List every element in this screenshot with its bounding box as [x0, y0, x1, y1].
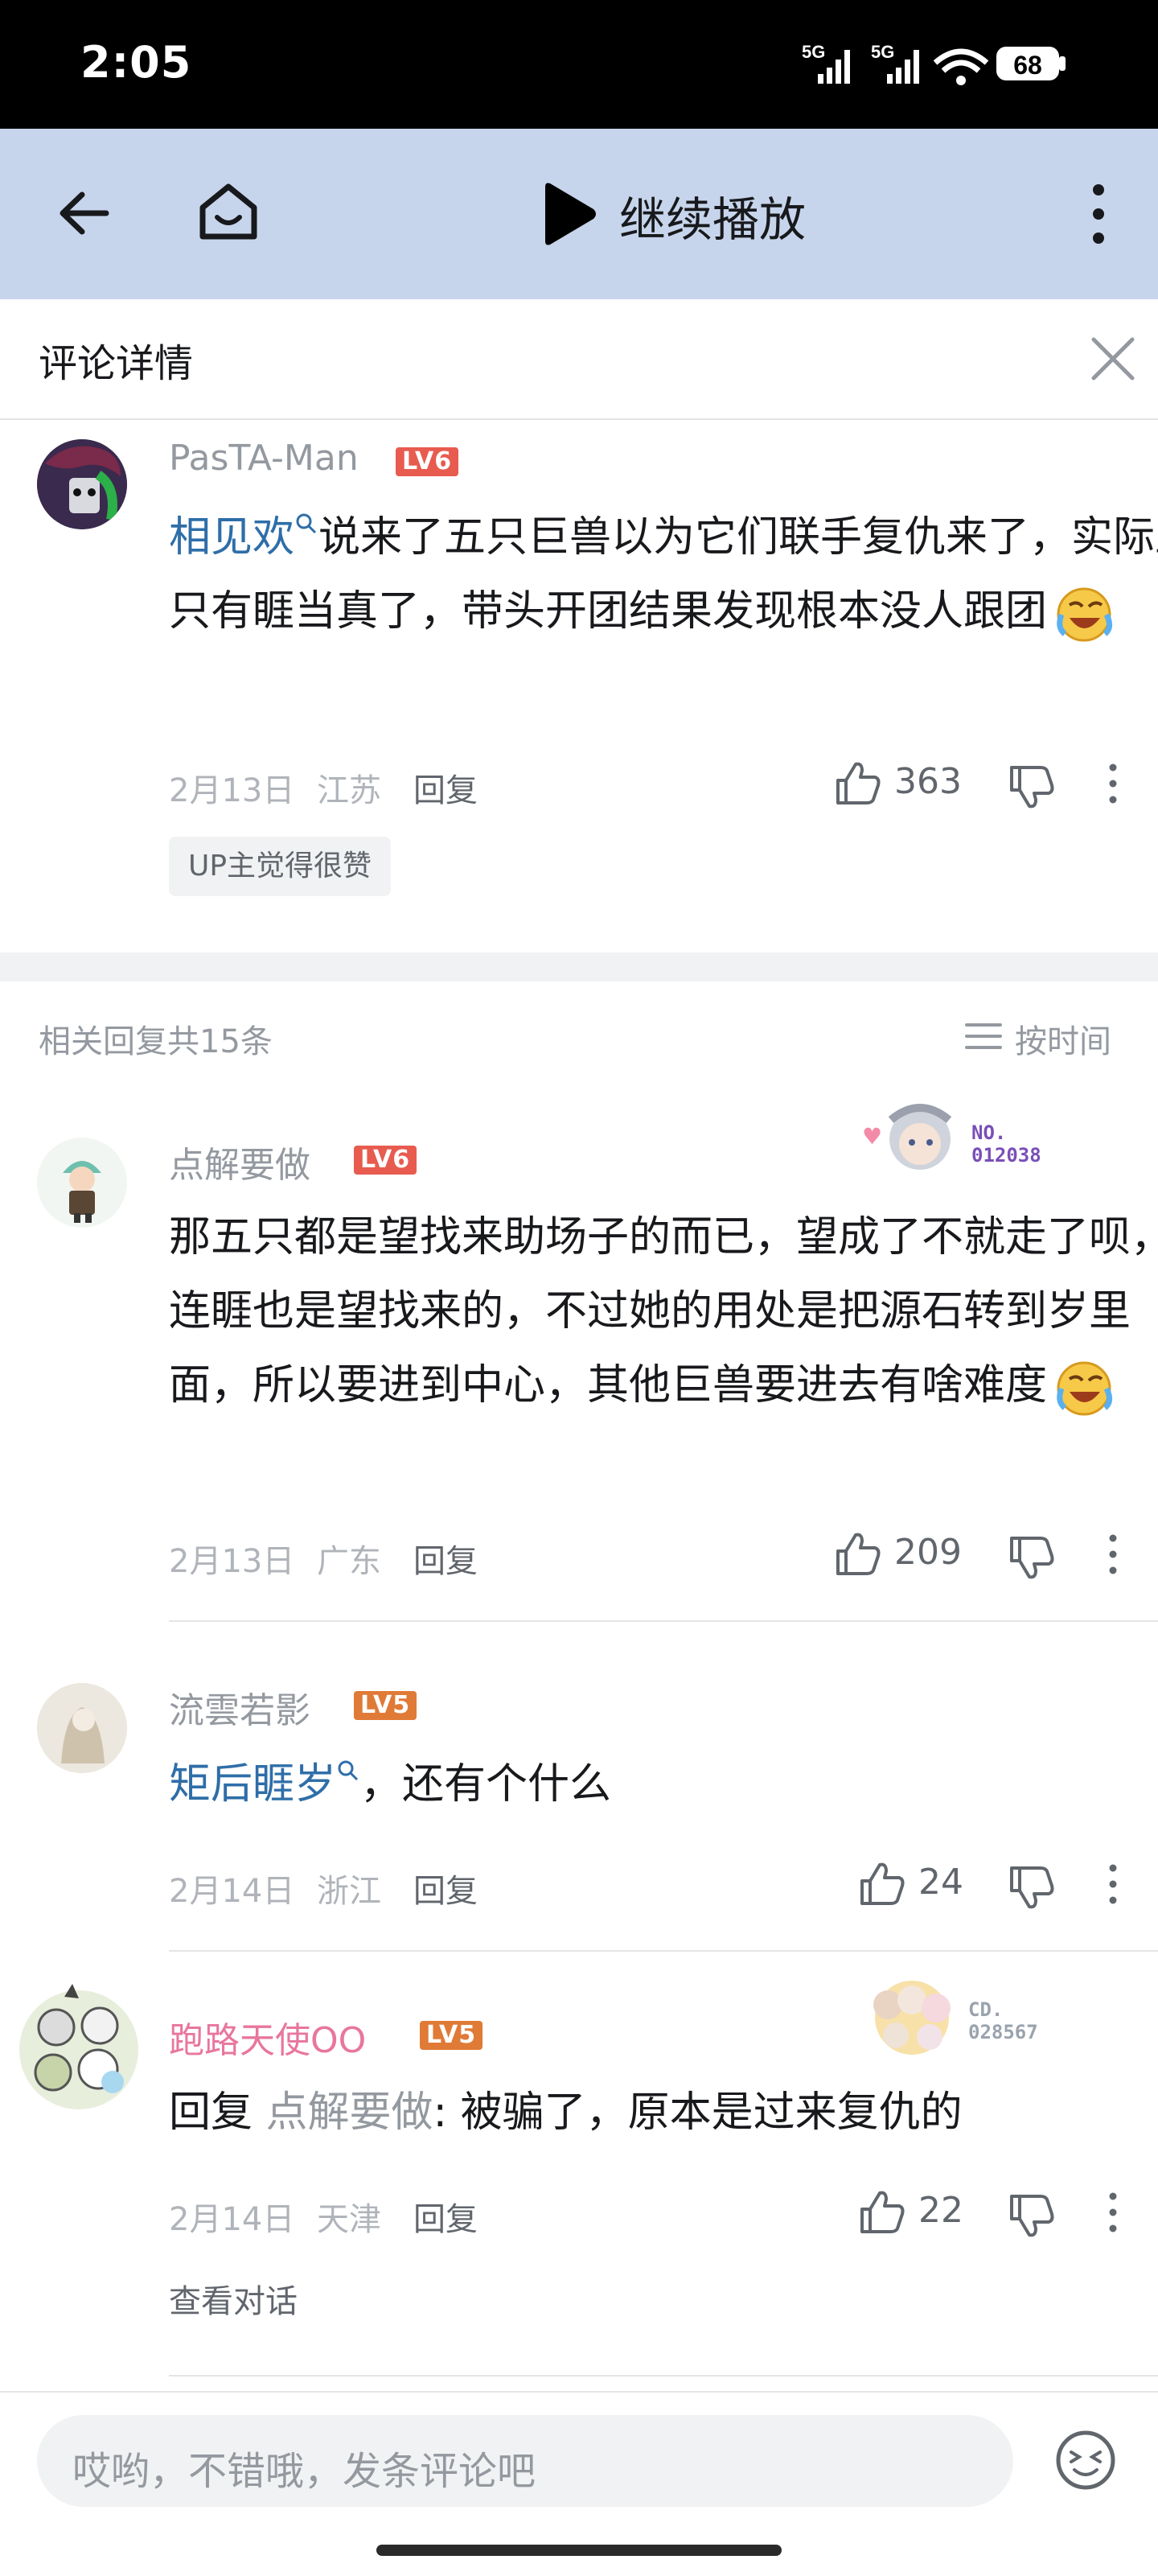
comment-location: 浙江: [317, 1873, 381, 1910]
sort-button[interactable]: 按时间: [1015, 1015, 1111, 1062]
play-icon[interactable]: [539, 180, 600, 248]
username[interactable]: PasTA-Man: [169, 438, 359, 479]
reply-divider: [169, 1620, 1158, 1622]
reply-button[interactable]: 回复: [413, 1535, 478, 1582]
comment-location: 江苏: [317, 772, 381, 809]
more-vertical-icon[interactable]: [1103, 2190, 1123, 2235]
home-icon[interactable]: [195, 179, 262, 246]
level-badge: LV6: [396, 447, 459, 476]
comment-date: 2月13日: [169, 1543, 295, 1580]
level-badge: LV6: [354, 1146, 417, 1175]
list-icon[interactable]: [963, 1018, 1004, 1054]
reply-button[interactable]: 回复: [413, 2193, 478, 2240]
close-icon[interactable]: [1089, 335, 1137, 383]
continue-play-label[interactable]: 继续播放: [619, 182, 806, 249]
reply-prefix: 回复: [169, 2088, 266, 2137]
comment-text: 矩后睚岁 ，还有个什么: [169, 1747, 1158, 1821]
comment-location: 广东: [317, 1543, 381, 1580]
fan-card-number: NO. 012038: [971, 1121, 1041, 1167]
more-vertical-icon[interactable]: [1103, 1532, 1123, 1577]
comment-input-placeholder: 哎哟，不错哦，发条评论吧: [72, 2449, 536, 2494]
reply-to-user[interactable]: 点解要做: [266, 2088, 433, 2137]
svg-text:♥: ♥: [862, 1123, 882, 1150]
comment-body: : 被骗了，原本是过来复仇的: [433, 2088, 963, 2137]
comment-date: 2月13日: [169, 772, 295, 809]
avatar[interactable]: [37, 1138, 127, 1228]
level-badge: LV5: [420, 2021, 483, 2050]
signal-wifi-battery-icons: 5G 5G 68: [802, 42, 1066, 85]
reply-divider: [169, 2375, 1158, 2376]
more-vertical-icon[interactable]: [1081, 182, 1116, 246]
thumbs-down-icon[interactable]: [1007, 1863, 1055, 1911]
comment-text: 那五只都是望找来助场子的而已，望成了不就走了呗，连睚也是望找来的，不过她的用处是…: [169, 1200, 1158, 1422]
section-separator: [0, 953, 1158, 981]
comment-date: 2月14日: [169, 1873, 295, 1910]
cry-laugh-emoji: [1057, 1361, 1113, 1416]
avatar[interactable]: [37, 439, 127, 529]
like-count: 209: [894, 1532, 962, 1573]
avatar-image: [37, 439, 127, 529]
panel-title: 评论详情: [39, 341, 194, 386]
more-vertical-icon[interactable]: [1103, 1862, 1123, 1907]
more-vertical-icon[interactable]: [1103, 761, 1123, 806]
fan-card-number: CD. 028567: [968, 1998, 1038, 2043]
username[interactable]: 跑路天使OO: [169, 2011, 366, 2063]
status-time: 2:05: [80, 37, 192, 88]
status-bar: 2:05 5G 5G 68: [0, 0, 1158, 129]
thumbs-down-icon[interactable]: [1007, 763, 1055, 811]
thumbs-up-icon[interactable]: [833, 759, 881, 808]
thumbs-up-icon[interactable]: [833, 1530, 881, 1578]
emoji-face-icon[interactable]: [1053, 2428, 1118, 2492]
comment-text: 相见欢 说来了五只巨兽以为它们联手复仇来了，实际上只有睚当真了，带头开团结果发现根…: [169, 500, 1158, 648]
thumbs-up-icon[interactable]: [857, 2188, 905, 2237]
username[interactable]: 流雲若影: [169, 1681, 310, 1733]
net2-label: 5G: [871, 42, 894, 62]
avatar-image: [37, 1138, 127, 1228]
reply-button[interactable]: 回复: [413, 764, 478, 811]
reply-count-label: 相关回复共15条: [39, 1023, 273, 1060]
comment-text: 回复 点解要做: 被骗了，原本是过来复仇的: [169, 2076, 1158, 2150]
up-liked-badge: UP主觉得很赞: [169, 837, 392, 896]
battery-level: 68: [1013, 51, 1042, 80]
avatar-image: [37, 1683, 127, 1773]
comment-location: 天津: [317, 2201, 381, 2238]
comment-date: 2月14日: [169, 2201, 295, 2238]
thumbs-down-icon[interactable]: [1007, 1533, 1055, 1582]
fan-card-decoration: [873, 1981, 951, 2055]
reply-button[interactable]: 回复: [413, 1865, 478, 1911]
top-bar: [0, 129, 1158, 299]
like-count: 24: [918, 1862, 963, 1903]
reply-divider: [169, 1950, 1158, 1952]
home-indicator[interactable]: [376, 2545, 782, 2556]
comment-body: ，还有个什么: [360, 1760, 612, 1809]
thumbs-up-icon[interactable]: [857, 1860, 905, 1908]
net1-label: 5G: [802, 42, 825, 62]
like-count: 363: [894, 761, 962, 802]
level-badge: LV5: [354, 1691, 417, 1720]
avatar[interactable]: [37, 1683, 127, 1773]
username[interactable]: 点解要做: [169, 1136, 310, 1187]
thumbs-down-icon[interactable]: [1007, 2191, 1055, 2240]
mention-link[interactable]: 相见欢: [169, 513, 294, 562]
avatar[interactable]: [8, 1979, 150, 2121]
view-conversation-link[interactable]: 查看对话: [169, 2275, 298, 2322]
search-icon[interactable]: [294, 510, 318, 542]
like-count: 22: [918, 2190, 963, 2231]
search-icon[interactable]: [336, 1757, 360, 1789]
cry-laugh-emoji: [1057, 587, 1113, 642]
back-arrow-icon[interactable]: [56, 185, 113, 241]
avatar-image: [19, 1984, 138, 2109]
mention-link[interactable]: 矩后睚岁: [169, 1760, 336, 1809]
comment-body: 那五只都是望找来助场子的而已，望成了不就走了呗，连睚也是望找来的，不过她的用处是…: [169, 1213, 1158, 1409]
